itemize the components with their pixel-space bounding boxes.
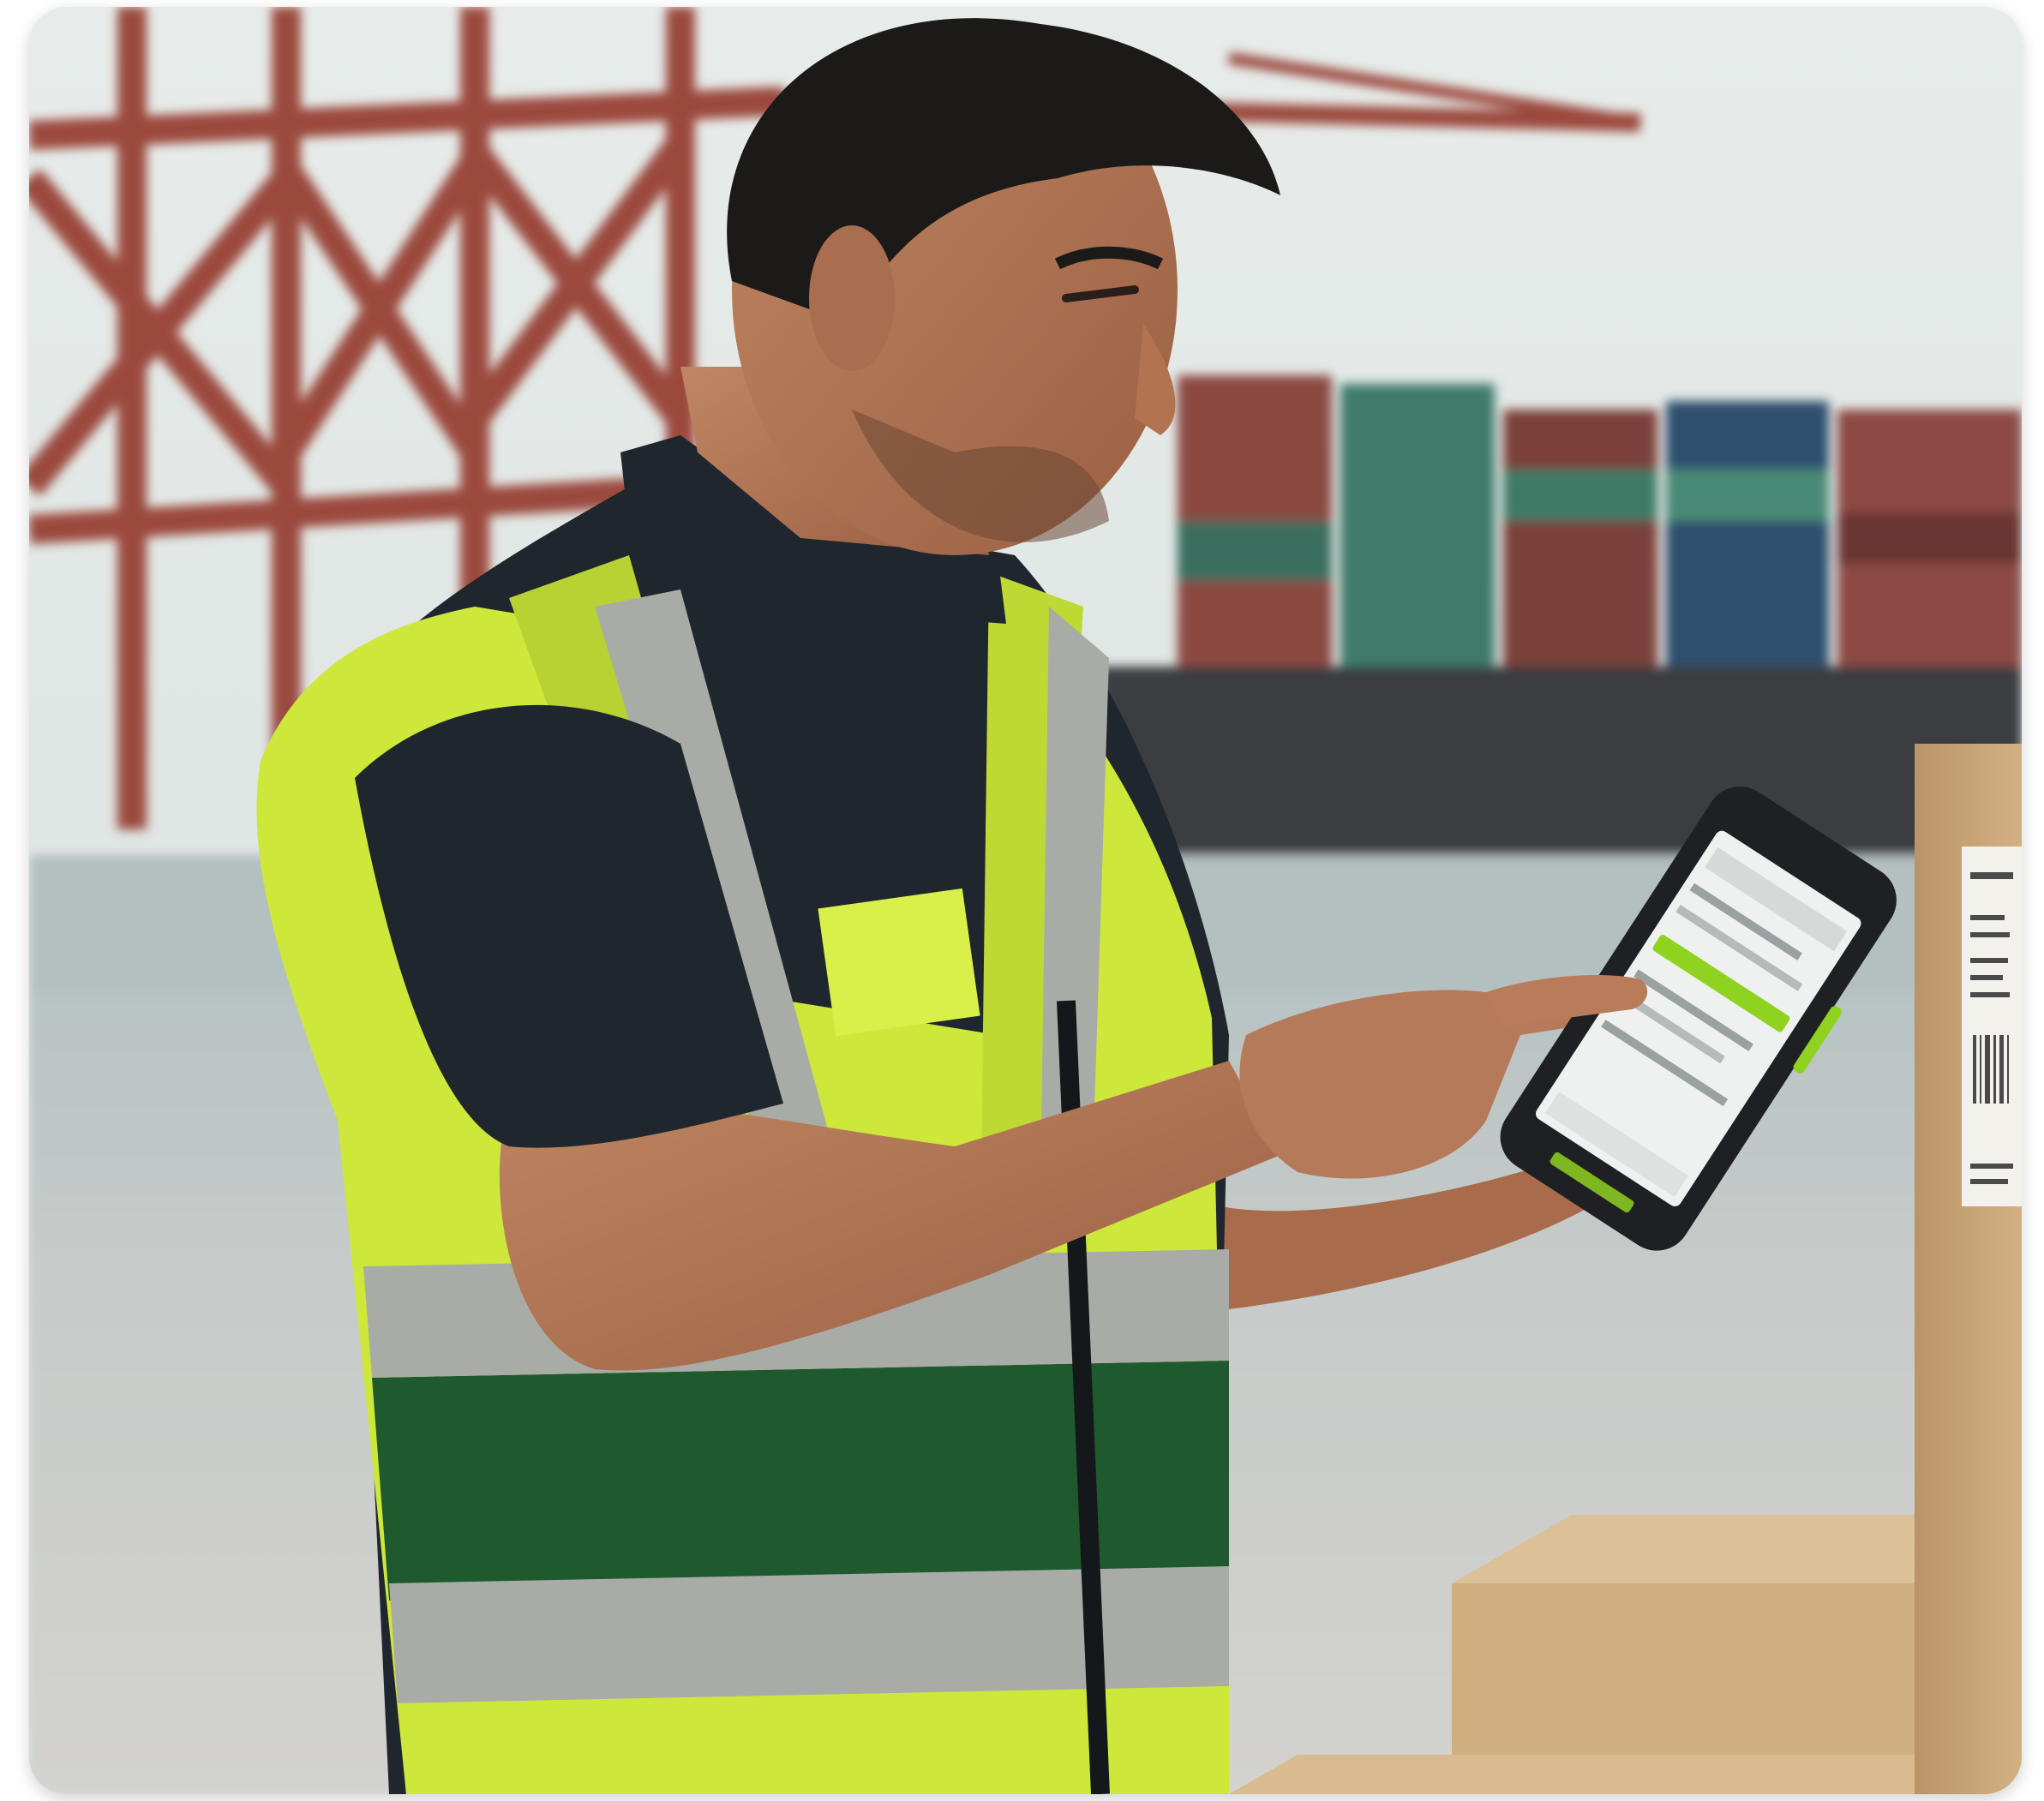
vest-green-band xyxy=(372,1361,1229,1601)
container-stacks xyxy=(1178,375,2022,667)
ship-hull xyxy=(1100,667,2022,855)
shipping-label xyxy=(1962,847,2022,1206)
ear xyxy=(809,225,895,371)
dock-worker-photo xyxy=(29,7,2022,1794)
vest-pocket xyxy=(818,888,980,1037)
photo-frame xyxy=(29,7,2022,1794)
